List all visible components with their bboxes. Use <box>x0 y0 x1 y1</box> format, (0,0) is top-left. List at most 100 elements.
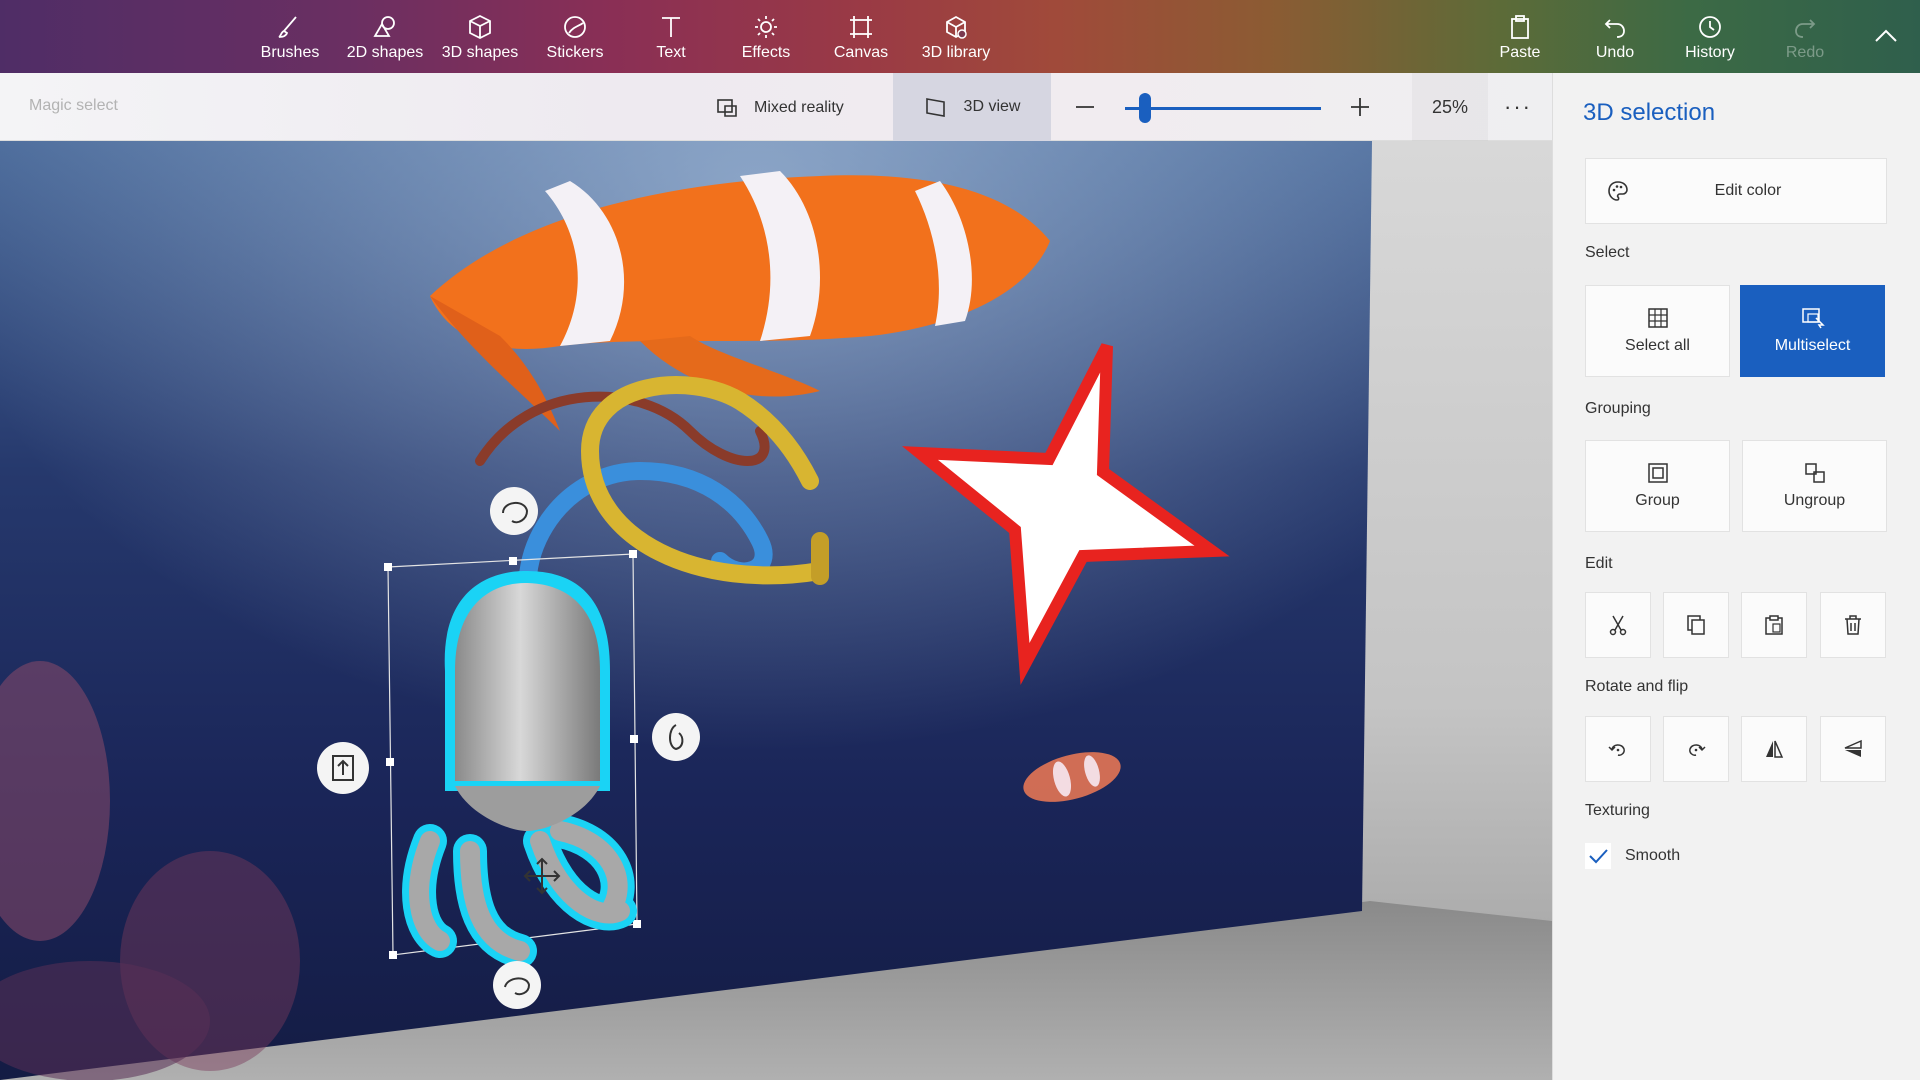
text-tool[interactable]: Text <box>626 10 716 70</box>
2d-shapes-tool[interactable]: 2D shapes <box>340 10 430 70</box>
zoom-slider-track[interactable] <box>1125 107 1321 110</box>
mixed-reality-label: Mixed reality <box>754 99 844 116</box>
copy-icon <box>1687 615 1705 635</box>
undo-label: Undo <box>1595 44 1635 61</box>
select-all-label: Select all <box>1625 337 1690 354</box>
brushes-label: Brushes <box>260 44 320 61</box>
paste-icon <box>1765 615 1783 635</box>
canvas-icon <box>850 16 872 38</box>
rotate-z-handle <box>490 487 538 535</box>
multiselect-icon <box>1801 308 1825 329</box>
3d-view-icon <box>925 98 945 117</box>
zoom-in-button[interactable] <box>1345 93 1375 121</box>
redo-button[interactable]: Redo <box>1760 10 1850 70</box>
grouping-section-label: Grouping <box>1585 400 1651 417</box>
top-toolbar: Brushes 2D shapes 3D shapes Stickers Tex… <box>0 0 1920 73</box>
palette-icon <box>1608 181 1628 201</box>
canvas-label: Canvas <box>833 44 889 61</box>
effects-label: Effects <box>741 44 791 61</box>
3d-library-icon <box>946 15 967 39</box>
ungroup-button[interactable]: Ungroup <box>1742 440 1887 532</box>
copy-button[interactable] <box>1663 592 1729 658</box>
depth-handle <box>317 742 369 794</box>
text-icon <box>662 17 680 37</box>
smooth-checkbox-row[interactable]: Smooth <box>1585 843 1680 869</box>
paste-pane-button[interactable] <box>1741 592 1807 658</box>
3d-selection-pane: 3D selection Edit color Select Select al… <box>1552 73 1920 1080</box>
select-section-label: Select <box>1585 244 1630 261</box>
history-label: History <box>1685 44 1735 61</box>
magic-select-button[interactable]: Magic select <box>29 97 118 115</box>
undo-icon <box>1604 19 1625 38</box>
zoom-slider-thumb[interactable] <box>1139 93 1151 123</box>
select-all-icon <box>1647 308 1668 328</box>
flip-vertical-icon <box>1844 739 1862 757</box>
plus-icon <box>1351 98 1369 116</box>
undo-button[interactable]: Undo <box>1570 10 1660 70</box>
3d-shapes-label: 3D shapes <box>441 44 519 61</box>
smooth-label: Smooth <box>1625 847 1681 864</box>
scene-svg <box>0 141 1552 1080</box>
mixed-reality-button[interactable]: Mixed reality <box>716 90 844 126</box>
rotate-right-icon <box>1689 744 1706 756</box>
flip-vertical-button[interactable] <box>1820 716 1886 782</box>
3d-library-tool[interactable]: 3D library <box>911 10 1001 70</box>
stickers-icon <box>564 16 586 38</box>
pane-title: 3D selection <box>1583 99 1716 126</box>
flip-horizontal-button[interactable] <box>1741 716 1807 782</box>
paste-button[interactable]: Paste <box>1475 10 1565 70</box>
rotate-x-handle <box>493 961 541 1009</box>
brush-icon <box>278 16 297 38</box>
group-icon <box>1647 463 1668 483</box>
zoom-percentage[interactable]: 25% <box>1412 73 1488 141</box>
2d-shapes-label: 2D shapes <box>346 44 424 61</box>
effects-tool[interactable]: Effects <box>721 10 811 70</box>
2d-shapes-icon <box>373 16 395 37</box>
rotate-y-handle <box>652 713 700 761</box>
3d-library-label: 3D library <box>921 44 991 61</box>
flip-horizontal-icon <box>1766 740 1784 758</box>
stickers-tool[interactable]: Stickers <box>530 10 620 70</box>
rotate-left-icon <box>1608 744 1625 756</box>
ungroup-label: Ungroup <box>1783 492 1846 509</box>
chevron-up-icon <box>1875 29 1897 42</box>
brushes-tool[interactable]: Brushes <box>245 10 335 70</box>
3d-shapes-tool[interactable]: 3D shapes <box>435 10 525 70</box>
edit-color-label: Edit color <box>1714 182 1782 199</box>
trash-icon <box>1845 615 1861 635</box>
rotate-right-button[interactable] <box>1663 716 1729 782</box>
3d-view-button[interactable]: 3D view <box>893 73 1051 141</box>
group-button[interactable]: Group <box>1585 440 1730 532</box>
paste-icon <box>1511 15 1529 39</box>
ungroup-icon <box>1804 463 1825 483</box>
edit-color-button[interactable]: Edit color <box>1585 158 1887 224</box>
multiselect-button[interactable]: Multiselect <box>1740 285 1885 377</box>
rotate-left-button[interactable] <box>1585 716 1651 782</box>
multiselect-label: Multiselect <box>1774 337 1851 354</box>
mixed-reality-icon <box>717 99 737 117</box>
zoom-out-button[interactable] <box>1070 93 1100 121</box>
texturing-section-label: Texturing <box>1585 802 1650 819</box>
select-all-button[interactable]: Select all <box>1585 285 1730 377</box>
cut-button[interactable] <box>1585 592 1651 658</box>
collapse-toolbar-button[interactable] <box>1870 24 1902 48</box>
checkmark-icon <box>1589 849 1608 864</box>
3d-view-label: 3D view <box>963 98 1021 115</box>
cut-icon <box>1609 615 1627 636</box>
group-label: Group <box>1635 492 1680 509</box>
rotate-flip-section-label: Rotate and flip <box>1585 678 1689 695</box>
smooth-checkbox[interactable] <box>1585 843 1611 869</box>
edit-section-label: Edit <box>1585 555 1613 572</box>
more-options-button[interactable]: ··· <box>1488 73 1548 141</box>
redo-label: Redo <box>1785 44 1825 61</box>
redo-icon <box>1795 19 1816 38</box>
canvas-tool[interactable]: Canvas <box>816 10 906 70</box>
canvas-area[interactable] <box>0 141 1552 1080</box>
view-toolbar: Magic select Mixed reality 3D view 25% ·… <box>0 73 1552 141</box>
effects-icon <box>755 16 777 38</box>
text-label: Text <box>656 44 686 61</box>
history-icon <box>1699 16 1721 38</box>
history-button[interactable]: History <box>1665 10 1755 70</box>
minus-icon <box>1076 106 1094 108</box>
delete-button[interactable] <box>1820 592 1886 658</box>
